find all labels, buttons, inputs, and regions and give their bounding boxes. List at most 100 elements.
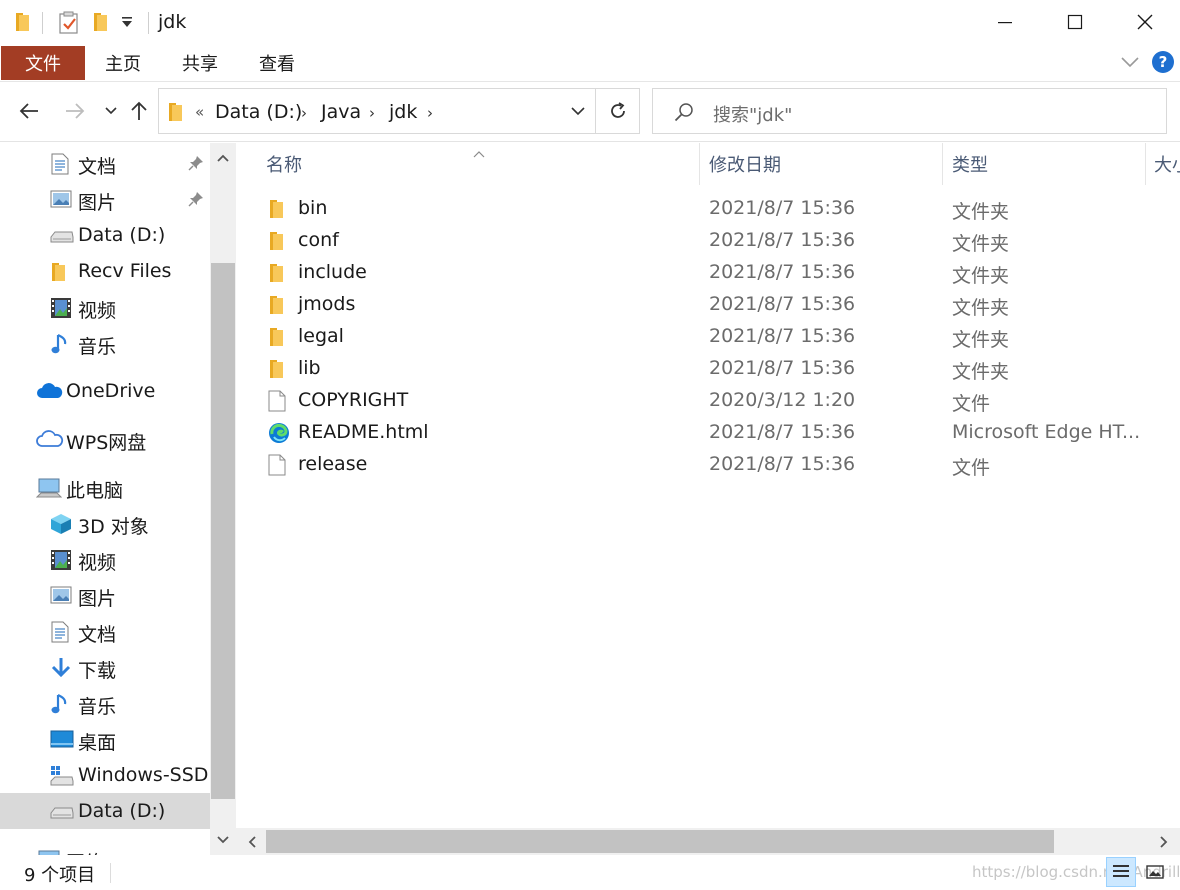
breadcrumb-overflow[interactable]: « [195,103,204,121]
file-explorer-window: jdk 文件 主页 共享 查看 ? « Data (D:) › Java › j… [0,0,1180,890]
column-header-size[interactable]: 大小 [1154,143,1180,185]
column-header-type[interactable]: 类型 [952,143,988,185]
sidebar-scrollbar-thumb[interactable] [211,263,235,799]
tab-view[interactable]: 查看 [259,46,295,80]
breadcrumb-chevron-icon[interactable]: › [369,104,375,122]
folder-icon [268,326,290,348]
sidebar-item-label: 音乐 [78,696,117,718]
file-row-release[interactable]: release 2021/8/7 15:36 文件 [264,449,1164,481]
file-name: legal [298,325,344,347]
download-icon [50,657,72,678]
sidebar-item-label: OneDrive [66,380,156,402]
file-row-copyright[interactable]: COPYRIGHT 2020/3/12 1:20 文件 [264,385,1164,417]
scroll-left-arrow-icon[interactable] [238,828,266,855]
search-field[interactable]: 搜索"jdk" [652,88,1167,134]
column-divider[interactable] [699,143,700,185]
maximize-icon [1067,14,1083,30]
sidebar-item-videos[interactable]: 视频 [0,541,210,577]
new-folder-icon[interactable] [92,11,110,37]
qat-separator [42,12,43,34]
file-row-legal[interactable]: legal 2021/8/7 15:36 文件夹 [264,321,1164,353]
breadcrumb-java[interactable]: Java [321,101,361,123]
file-row-include[interactable]: include 2021/8/7 15:36 文件夹 [264,257,1164,289]
file-row-lib[interactable]: lib 2021/8/7 15:36 文件夹 [264,353,1164,385]
sidebar-item-pictures-pinned[interactable]: 图片 [0,181,210,217]
pin-icon[interactable] [188,191,204,211]
status-separator [110,863,111,883]
file-type: 文件夹 [952,329,1010,351]
column-divider[interactable] [1145,143,1146,185]
maximize-button[interactable] [1040,0,1110,44]
forward-arrow-icon [66,103,85,119]
scroll-down-arrow-icon[interactable] [210,827,236,853]
minimize-button[interactable] [970,0,1040,44]
breadcrumb-drive[interactable]: Data (D:) [215,101,302,123]
sidebar-item-music[interactable]: 音乐 [0,685,210,721]
sidebar-item-desktop[interactable]: 桌面 [0,721,210,757]
expand-ribbon-icon[interactable] [1120,54,1140,73]
tab-share[interactable]: 共享 [182,46,218,80]
help-button[interactable]: ? [1152,51,1174,73]
sidebar-item-onedrive[interactable]: OneDrive [0,373,210,409]
sidebar-item-label: 桌面 [78,732,117,754]
sidebar-item-downloads[interactable]: 下载 [0,649,210,685]
file-list-horizontal-scrollbar[interactable] [236,828,1180,855]
sidebar-item-windows-ssd[interactable]: Windows-SSD ( [0,757,222,793]
scroll-up-arrow-icon[interactable] [210,145,236,171]
file-row-jmods[interactable]: jmods 2021/8/7 15:36 文件夹 [264,289,1164,321]
forward-button[interactable] [60,96,90,126]
file-date: 2021/8/7 15:36 [709,261,856,283]
sidebar-item-videos-quick[interactable]: 视频 [0,289,210,325]
tab-home[interactable]: 主页 [105,46,141,80]
video-icon [50,549,72,570]
refresh-button[interactable] [595,89,640,133]
address-history-dropdown[interactable] [561,89,595,133]
search-icon [673,101,695,127]
sidebar-item-3d-objects[interactable]: 3D 对象 [0,505,210,541]
column-header-date[interactable]: 修改日期 [709,143,781,185]
column-divider[interactable] [942,143,943,185]
horizontal-scrollbar-thumb[interactable] [266,830,1054,853]
large-icons-view-button[interactable] [1140,857,1170,887]
3d-objects-icon [50,513,72,534]
back-button[interactable] [14,96,44,126]
folder-icon [268,198,290,220]
sidebar-item-pictures[interactable]: 图片 [0,577,210,613]
tab-file[interactable]: 文件 [1,46,85,80]
sidebar-item-data-drive[interactable]: Data (D:) [0,793,210,829]
sidebar-item-label: Windows-SSD ( [78,764,222,786]
breadcrumb-chevron-icon[interactable]: › [301,104,307,122]
file-row-conf[interactable]: conf 2021/8/7 15:36 文件夹 [264,225,1164,257]
folder-icon[interactable] [14,11,32,37]
details-view-button[interactable] [1106,857,1136,887]
sidebar-scrollbar[interactable] [210,143,236,855]
ribbon-tabs: 文件 主页 共享 查看 ? [0,44,1180,82]
pin-icon[interactable] [188,155,204,175]
sidebar-item-music-quick[interactable]: 音乐 [0,325,210,361]
address-bar[interactable]: « Data (D:) › Java › jdk › [158,88,640,134]
sidebar-item-documents[interactable]: 文档 [0,613,210,649]
sidebar-item-data-drive-quick[interactable]: Data (D:) [0,217,210,253]
sidebar-item-documents-pinned[interactable]: 文档 [0,145,210,181]
sidebar-item-recv-files[interactable]: Recv Files [0,253,210,289]
file-row-readme[interactable]: README.html 2021/8/7 15:36 Microsoft Edg… [264,417,1164,449]
folder-icon [268,358,290,380]
navigation-bar: « Data (D:) › Java › jdk › 搜索"jdk" [0,82,1180,142]
breadcrumb-jdk[interactable]: jdk [389,101,417,123]
up-button[interactable] [124,96,154,126]
refresh-icon [611,102,625,118]
recent-locations-button[interactable] [96,96,126,126]
customize-qat-dropdown-icon[interactable] [120,14,134,34]
close-button[interactable] [1110,0,1180,44]
file-name: lib [298,357,321,379]
sidebar-item-network[interactable]: 网络 [0,841,210,855]
column-header-name[interactable]: 名称 [266,143,302,185]
properties-checkmark-icon[interactable] [58,11,80,39]
sidebar-item-this-pc[interactable]: 此电脑 [0,469,210,505]
status-bar: 9 个项目 https://blog.csdn.net/Andrill [0,855,1180,890]
sidebar-item-label: 图片 [78,588,117,610]
file-row-bin[interactable]: bin 2021/8/7 15:36 文件夹 [264,193,1164,225]
breadcrumb-chevron-icon[interactable]: › [427,104,433,122]
scroll-right-arrow-icon[interactable] [1150,828,1178,855]
sidebar-item-wps-cloud[interactable]: WPS网盘 [0,421,210,457]
